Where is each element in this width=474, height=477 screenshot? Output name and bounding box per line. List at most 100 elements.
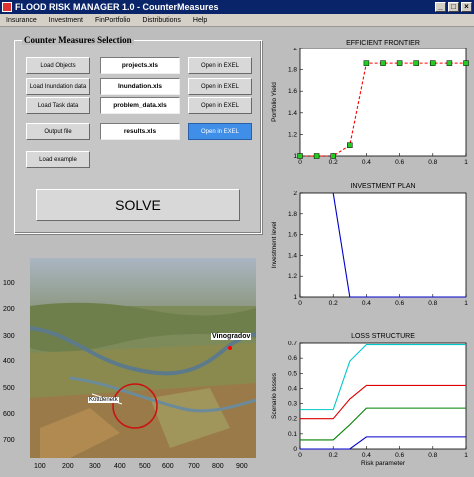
x-tick-label: 1 (464, 159, 468, 166)
map-y-tick: 100 (3, 280, 15, 287)
menu-investment[interactable]: Investment (43, 17, 89, 24)
town-marker (228, 346, 232, 350)
town-label-vinogradov: Vinogradov (211, 333, 252, 340)
y-tick-label: 1.4 (288, 252, 297, 259)
x-tick-label: 0.4 (362, 300, 371, 307)
data-point (396, 60, 403, 66)
load-task-button[interactable]: Load Task data (26, 97, 90, 114)
load-example-button[interactable]: Load example (26, 151, 90, 168)
data-point (297, 153, 303, 159)
y-tick-label: 0.7 (288, 341, 297, 347)
menu-help[interactable]: Help (187, 17, 213, 24)
y-tick-label: 1.4 (288, 110, 297, 117)
data-point (430, 60, 436, 66)
y-axis-label: Investment level (271, 221, 278, 269)
data-point (363, 60, 370, 66)
map-y-tick: 200 (3, 306, 15, 313)
map-x-tick: 100 (34, 463, 46, 470)
loss-structure-chart: 0 0.2 0.4 0.6 0.8 1 0 0.1 0.2 0.3 0.4 0.5 0.6 0.7 Scen… (271, 341, 468, 467)
y-tick-label: 1.2 (288, 131, 297, 138)
x-tick-label: 0.6 (395, 159, 404, 166)
x-tick-label: 1 (464, 300, 468, 307)
close-icon[interactable]: × (461, 2, 472, 12)
menu-distributions[interactable]: Distributions (136, 17, 187, 24)
aerial-photo (30, 258, 256, 458)
x-tick-label: 0.4 (362, 159, 371, 166)
investment-plan-chart: 0 0.2 0.4 0.6 0.8 1 1 1.2 1.4 1.6 1.8 2 Investment l… (271, 191, 468, 307)
task-file-field[interactable]: problem_data.xls (100, 97, 180, 114)
load-inundation-button[interactable]: Load Inundation data (26, 78, 90, 95)
y-tick-label: 2 (293, 191, 297, 197)
inundation-file-field[interactable]: Inundation.xls (100, 78, 180, 95)
map-x-tick: 500 (139, 463, 151, 470)
map-x-tick: 300 (89, 463, 101, 470)
data-point (313, 153, 320, 159)
x-tick-label: 0.8 (428, 300, 437, 307)
menu-insurance[interactable]: Insurance (0, 17, 43, 24)
menu-bar: Insurance Investment FinPortfolio Distri… (0, 14, 474, 27)
plot-area (299, 342, 467, 450)
x-tick-label: 1 (464, 452, 468, 459)
y-tick-label: 0 (293, 446, 297, 453)
efficient-frontier-chart: 0 0.2 0.4 0.6 0.8 1 1 1.2 1.4 1.6 1.8 2 Portfolio Yi… (271, 48, 469, 166)
data-point (347, 142, 353, 148)
y-tick-label: 0.2 (288, 416, 297, 423)
app-icon (2, 2, 12, 12)
open-task-button[interactable]: Open in EXEL (188, 97, 252, 114)
map-y-tick: 700 (3, 437, 15, 444)
data-point (330, 153, 336, 159)
x-tick-label: 0.8 (428, 452, 437, 459)
y-tick-label: 1.8 (288, 67, 297, 74)
x-axis-label: Risk parameter (361, 460, 406, 467)
map-x-tick: 700 (188, 463, 200, 470)
y-tick-label: 1.8 (288, 211, 297, 218)
map-x-tick: 200 (62, 463, 74, 470)
x-tick-label: 0 (298, 159, 302, 166)
data-point (446, 60, 453, 66)
x-tick-label: 0.2 (329, 452, 338, 459)
map-x-tick: 800 (212, 463, 224, 470)
map-y-tick: 400 (3, 358, 15, 365)
x-tick-label: 0.6 (395, 452, 404, 459)
load-objects-button[interactable]: Load Objects (26, 57, 90, 74)
x-tick-label: 0.4 (362, 452, 371, 459)
maximize-icon[interactable]: □ (448, 2, 459, 12)
y-tick-label: 0.6 (288, 355, 297, 362)
y-tick-label: 0.4 (288, 385, 297, 392)
x-tick-label: 0.2 (329, 300, 338, 307)
loss-title: LOSS STRUCTURE (351, 333, 415, 340)
y-tick-label: 0.3 (288, 401, 297, 408)
x-tick-label: 0.8 (428, 159, 437, 166)
panel-title: Counter Measures Selection (22, 35, 134, 45)
map-x-tick: 600 (162, 463, 174, 470)
map-y-tick: 600 (3, 411, 15, 418)
x-tick-label: 0.2 (329, 159, 338, 166)
x-tick-label: 0.6 (395, 300, 404, 307)
solve-button[interactable]: SOLVE (36, 189, 240, 221)
y-tick-label: 1.2 (288, 273, 297, 280)
plan-title: INVESTMENT PLAN (350, 183, 416, 190)
minimize-icon[interactable]: _ (435, 2, 446, 12)
y-tick-label: 1.6 (288, 232, 297, 239)
x-tick-label: 0 (298, 300, 302, 307)
x-tick-label: 0 (298, 452, 302, 459)
open-inundation-button[interactable]: Open in EXEL (188, 78, 252, 95)
menu-finportfolio[interactable]: FinPortfolio (89, 17, 136, 24)
y-tick-label: 0.1 (288, 431, 297, 438)
data-point (380, 60, 386, 66)
open-objects-button[interactable]: Open in EXEL (188, 57, 252, 74)
map-y-tick: 300 (3, 333, 15, 340)
frontier-title: EFFICIENT FRONTIER (346, 40, 420, 47)
title-bar: FLOOD RISK MANAGER 1.0 - CounterMeasures… (0, 0, 474, 14)
map-y-tick: 500 (3, 385, 15, 392)
plot-area (299, 192, 467, 298)
output-file-field[interactable]: results.xls (100, 123, 180, 140)
y-axis-label: Scenario losses (271, 372, 278, 419)
data-point (463, 60, 469, 66)
output-file-button[interactable]: Output file (26, 123, 90, 140)
open-output-button[interactable]: Open in EXEL (188, 123, 252, 140)
y-tick-label: 2 (293, 48, 297, 52)
objects-file-field[interactable]: projects.xls (100, 57, 180, 74)
map-x-tick: 400 (114, 463, 126, 470)
y-tick-label: 1.6 (288, 88, 297, 95)
